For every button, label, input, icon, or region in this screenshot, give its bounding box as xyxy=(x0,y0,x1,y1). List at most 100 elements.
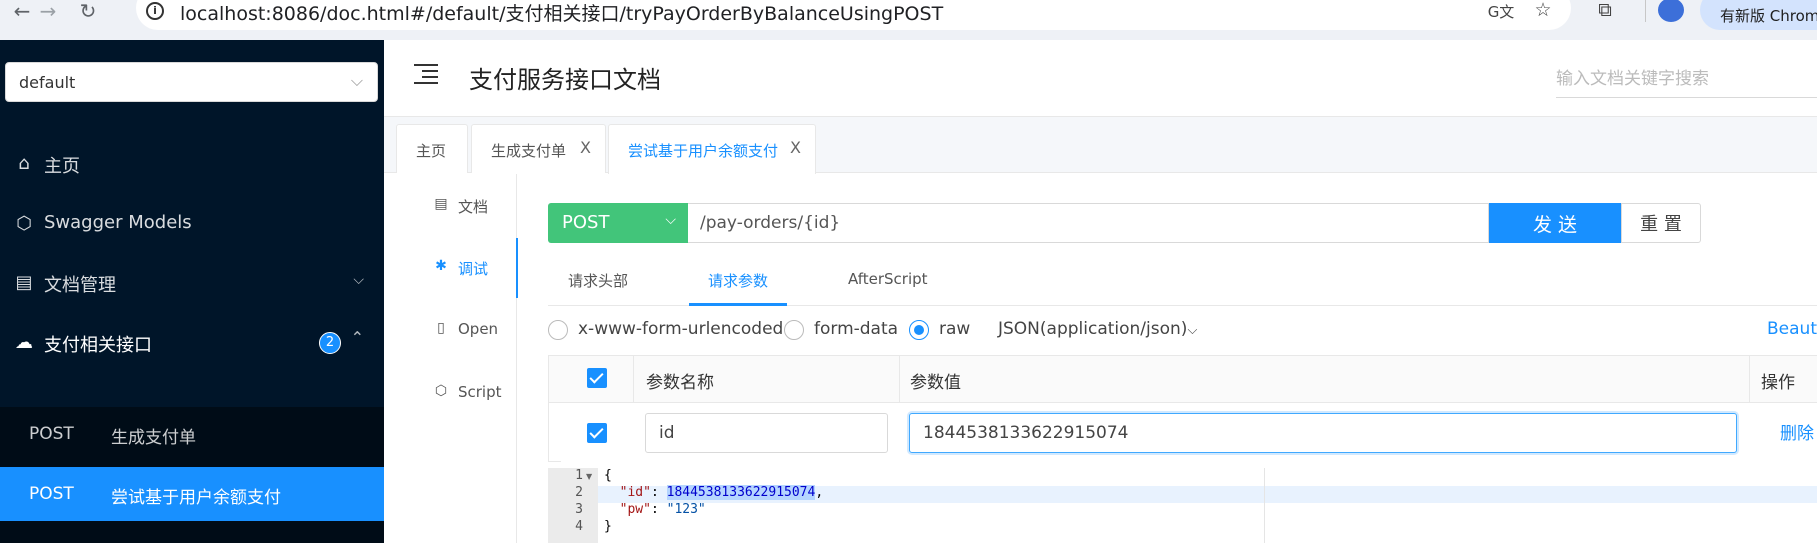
method-select[interactable]: POST ⌵ xyxy=(548,203,688,243)
tab-try-pay-by-balance[interactable]: 尝试基于用户余额支付 X xyxy=(608,124,816,174)
tab-create-pay-order[interactable]: 生成支付单 X xyxy=(471,124,606,173)
translate-icon[interactable]: G文 xyxy=(1486,1,1516,25)
chevron-down-icon: ⌵ xyxy=(1187,323,1198,338)
doc-search-input[interactable] xyxy=(1556,60,1817,98)
code-line: "pw": "123" xyxy=(619,502,706,517)
row-checkbox[interactable] xyxy=(587,423,607,443)
sidebar-subitem-try-pay-by-balance[interactable]: POST 尝试基于用户余额支付 xyxy=(0,467,384,521)
radio-raw[interactable] xyxy=(909,320,929,340)
tab-label: 生成支付单 xyxy=(491,142,567,160)
param-name-input[interactable] xyxy=(645,413,888,453)
beautify-link[interactable]: Beauti xyxy=(1767,319,1817,339)
line-number: 2 xyxy=(575,485,583,500)
menu-toggle-icon[interactable] xyxy=(414,64,438,84)
home-icon: ⌂ xyxy=(18,153,30,174)
line-number: 4 xyxy=(575,519,583,534)
vtab-label: Open xyxy=(458,320,499,338)
line-number: 1 xyxy=(575,468,583,483)
file-icon: ▯ xyxy=(437,320,445,336)
json-string-value: "123" xyxy=(666,502,706,517)
radio-form-data[interactable] xyxy=(784,320,804,340)
api-name: 尝试基于用户余额支付 xyxy=(111,488,281,508)
vtab-label: 文档 xyxy=(458,198,489,216)
subtab-headers[interactable]: 请求头部 xyxy=(568,270,628,291)
site-info-icon[interactable]: i xyxy=(146,2,164,20)
radio-label-urlencoded: x-www-form-urlencoded xyxy=(578,319,784,339)
sidebar-item-home[interactable]: ⌂ 主页 xyxy=(0,135,384,193)
sidebar-item-swagger-models[interactable]: ⬡ Swagger Models xyxy=(0,195,384,253)
group-select-value: default xyxy=(19,73,76,92)
request-url-input[interactable] xyxy=(688,203,1489,243)
tab-label: 尝试基于用户余额支付 xyxy=(628,142,779,160)
code-line: "id": 1844538133622915074, xyxy=(619,485,824,500)
radio-label-form-data: form-data xyxy=(814,319,899,339)
vtab-label: Script xyxy=(458,383,502,401)
param-table: 参数名称 参数值 操作 xyxy=(548,355,1817,463)
content-type-value: JSON(application/json) xyxy=(998,319,1188,339)
bug-icon: ✱ xyxy=(435,258,447,274)
table-header xyxy=(549,356,1817,403)
browser-toolbar: ← → ↻ i localhost:8086/doc.html#/default… xyxy=(0,0,1817,40)
print-margin xyxy=(1264,468,1265,543)
close-icon[interactable]: X xyxy=(790,138,801,157)
code-line: } xyxy=(604,519,612,534)
sidebar-item-label: 文档管理 xyxy=(44,275,116,296)
code-token: } xyxy=(604,519,612,534)
col-header-action: 操作 xyxy=(1761,373,1795,393)
api-name: 生成支付单 xyxy=(111,428,196,448)
chrome-update-button[interactable]: 有新版 Chrom xyxy=(1700,0,1817,30)
close-icon[interactable]: X xyxy=(580,138,591,157)
bookmark-star-icon[interactable]: ☆ xyxy=(1528,0,1558,23)
vtab-debug[interactable]: ✱ 调试 xyxy=(384,238,518,298)
select-all-checkbox[interactable] xyxy=(587,368,607,388)
group-select[interactable]: default ⌵ xyxy=(5,62,378,102)
cloud-icon: ☁ xyxy=(15,332,33,353)
json-key: "id" xyxy=(619,485,651,500)
reload-icon[interactable]: ↻ xyxy=(70,0,106,24)
reset-button[interactable]: 重 置 xyxy=(1621,203,1701,243)
sidebar-subitem-create-pay-order[interactable]: POST 生成支付单 xyxy=(0,407,384,461)
chevron-up-icon: ⌃ xyxy=(350,328,364,347)
col-header-name: 参数名称 xyxy=(646,373,714,393)
vtab-doc[interactable]: ▤ 文档 xyxy=(384,186,517,226)
sidebar: default ⌵ ⌂ 主页 ⬡ Swagger Models ▤ 文档管理 ⌵… xyxy=(0,40,384,543)
vtab-open[interactable]: ▯ Open xyxy=(384,310,517,350)
line-number: 3 xyxy=(575,502,583,517)
toolbar-divider xyxy=(1645,0,1646,22)
col-header-value: 参数值 xyxy=(910,373,961,393)
json-editor[interactable]: 1 ▼ 2 3 4 { "id": 1844538133622915074, "… xyxy=(548,468,1817,543)
document-icon: ▤ xyxy=(434,196,448,212)
url-text[interactable]: localhost:8086/doc.html#/default/支付相关接口/… xyxy=(180,0,943,26)
chevron-down-icon: ⌵ xyxy=(353,272,364,288)
delete-row-link[interactable]: 删除 xyxy=(1780,419,1814,444)
send-button[interactable]: 发 送 xyxy=(1489,203,1621,243)
sidebar-item-label: Swagger Models xyxy=(44,212,192,233)
page-header: 支付服务接口文档 xyxy=(384,40,1817,117)
json-number-value: 1844538133622915074 xyxy=(666,485,816,500)
sidebar-item-label: 主页 xyxy=(44,156,80,177)
count-badge: 2 xyxy=(319,332,341,354)
sidebar-item-payment-api[interactable]: ☁ 支付相关接口 2 ⌃ xyxy=(0,314,384,372)
radio-label-raw: raw xyxy=(939,319,971,339)
method-label: POST xyxy=(29,484,74,504)
subtab-afterscript[interactable]: AfterScript xyxy=(848,270,928,288)
vtab-label: 调试 xyxy=(458,260,489,278)
sidebar-item-doc-manage[interactable]: ▤ 文档管理 ⌵ xyxy=(0,254,384,312)
radio-urlencoded[interactable] xyxy=(548,320,568,340)
cube-icon: ⬡ xyxy=(16,213,32,234)
content-type-select[interactable]: JSON(application/json)⌵ xyxy=(998,319,1197,339)
extensions-icon[interactable]: ⧉ xyxy=(1590,0,1620,23)
fold-arrow-icon[interactable]: ▼ xyxy=(586,472,592,481)
tab-home[interactable]: 主页 xyxy=(396,124,468,173)
param-value-input[interactable] xyxy=(909,413,1737,453)
code-token: { xyxy=(604,468,612,483)
chevron-down-icon: ⌵ xyxy=(350,71,363,90)
vtab-script[interactable]: ⬡ Script xyxy=(384,373,517,413)
json-key: "pw" xyxy=(619,502,651,517)
page-title: 支付服务接口文档 xyxy=(469,66,661,94)
cube-icon: ⬡ xyxy=(434,383,448,399)
profile-avatar[interactable] xyxy=(1658,0,1684,22)
method-label: POST xyxy=(29,424,74,444)
forward-icon[interactable]: → xyxy=(30,0,66,24)
subtab-params[interactable]: 请求参数 xyxy=(708,270,768,291)
